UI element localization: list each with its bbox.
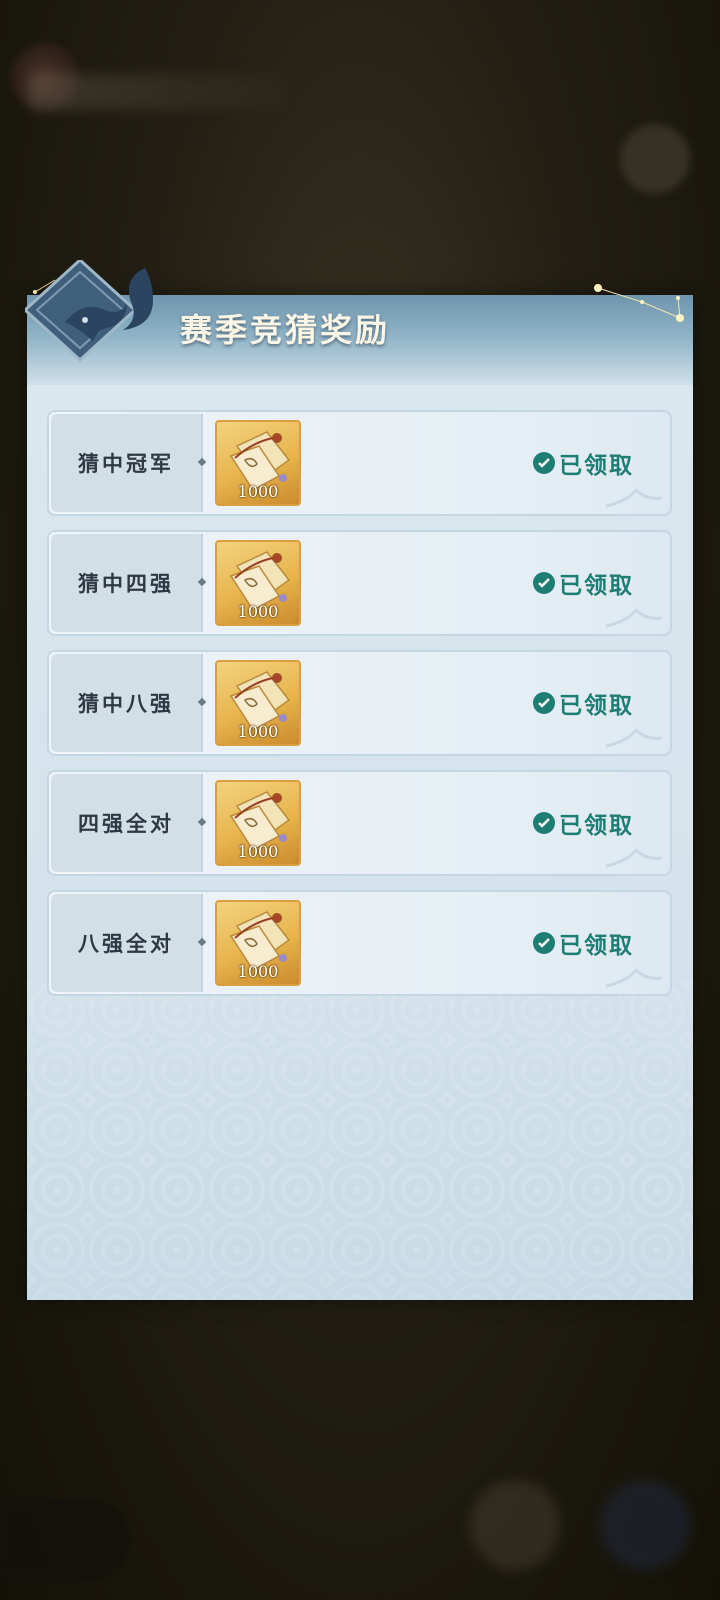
claimed-status-label: 已领取	[559, 812, 634, 839]
cloud-decoration	[605, 727, 663, 748]
claimed-status-label: 已领取	[559, 932, 634, 959]
reward-item[interactable]: 1000	[215, 900, 301, 986]
row-label-box: 八强全对	[51, 894, 203, 992]
reward-row: 猜中四强 1000 已领取	[47, 530, 672, 636]
item-count: 1000	[237, 842, 279, 861]
background-bottom-button-2	[600, 1480, 690, 1570]
reward-condition-label: 猜中八强	[78, 691, 174, 716]
row-label-box: 猜中冠军	[51, 414, 203, 512]
fox-emblem-icon	[25, 260, 153, 363]
reward-list: 猜中冠军 1000 已领取 猜中四强 1000 已领取 猜中八强 1000 已领…	[47, 410, 672, 1010]
panel-background-pattern	[27, 980, 693, 1300]
background-title	[28, 74, 288, 110]
cloud-decoration	[605, 847, 663, 868]
item-count: 1000	[237, 722, 279, 741]
claimed-status-label: 已领取	[559, 572, 634, 599]
reward-row: 四强全对 1000 已领取	[47, 770, 672, 876]
claimed-status: 已领取	[533, 448, 634, 479]
reward-condition-label: 猜中冠军	[78, 451, 174, 476]
reward-condition-label: 四强全对	[78, 811, 174, 836]
background-bottom-button-1	[470, 1480, 560, 1570]
claimed-status-label: 已领取	[559, 692, 634, 719]
constellation-decoration	[594, 284, 684, 322]
reward-condition-label: 八强全对	[78, 931, 174, 956]
claimed-status-label: 已领取	[559, 452, 634, 479]
claimed-status: 已领取	[533, 688, 634, 719]
background-bottom-left-button	[0, 1500, 130, 1580]
panel-title: 赛季竞猜奖励	[180, 311, 391, 349]
cloud-decoration	[605, 607, 663, 628]
reward-item[interactable]: 1000	[215, 540, 301, 626]
reward-condition-label: 猜中四强	[78, 571, 174, 596]
reward-item[interactable]: 1000	[215, 780, 301, 866]
item-count: 1000	[237, 482, 279, 501]
check-circle-icon	[533, 572, 555, 594]
cloud-decoration	[605, 967, 663, 988]
check-circle-icon	[533, 692, 555, 714]
row-label-box: 四强全对	[51, 774, 203, 872]
claimed-status: 已领取	[533, 808, 634, 839]
row-label-box: 猜中八强	[51, 654, 203, 752]
background-button	[620, 124, 690, 194]
check-circle-icon	[533, 452, 555, 474]
cloud-decoration	[605, 487, 663, 508]
reward-item[interactable]: 1000	[215, 420, 301, 506]
check-circle-icon	[533, 812, 555, 834]
claimed-status: 已领取	[533, 928, 634, 959]
row-label-box: 猜中四强	[51, 534, 203, 632]
reward-row: 八强全对 1000 已领取	[47, 890, 672, 996]
item-count: 1000	[237, 962, 279, 981]
reward-item[interactable]: 1000	[215, 660, 301, 746]
item-count: 1000	[237, 602, 279, 621]
claimed-status: 已领取	[533, 568, 634, 599]
reward-row: 猜中八强 1000 已领取	[47, 650, 672, 756]
reward-row: 猜中冠军 1000 已领取	[47, 410, 672, 516]
check-circle-icon	[533, 932, 555, 954]
